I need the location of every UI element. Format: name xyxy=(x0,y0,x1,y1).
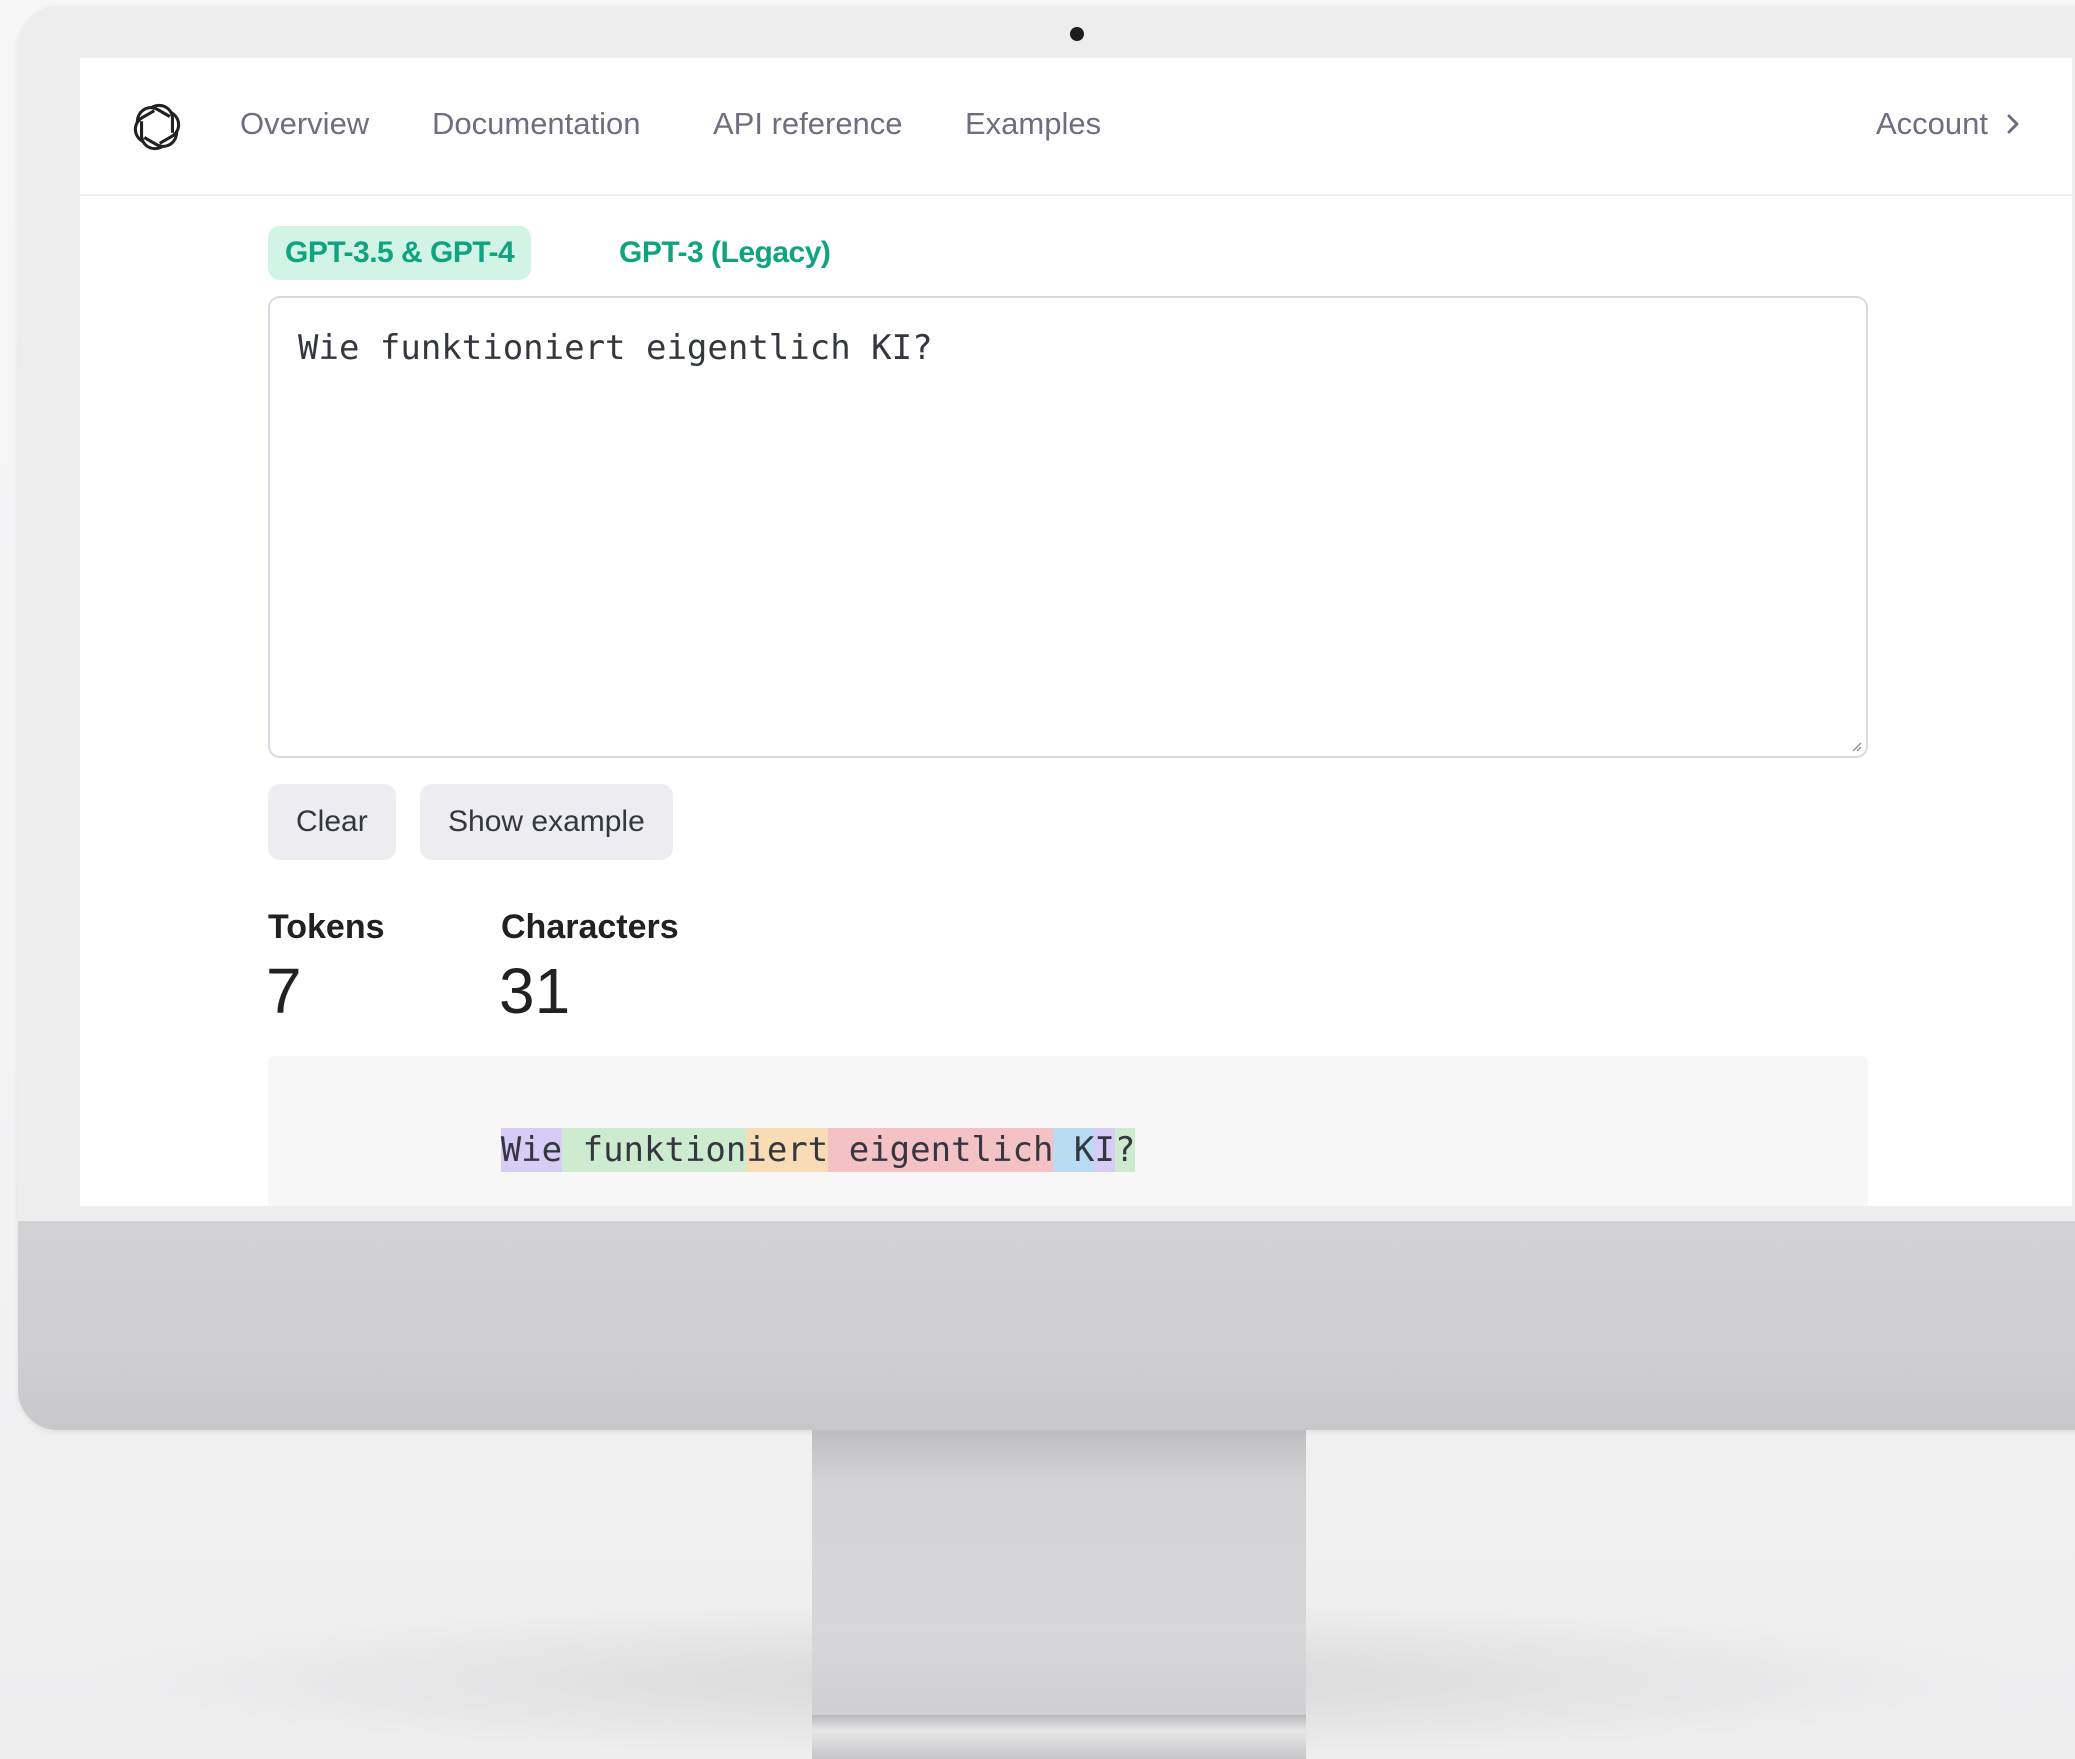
nav-link-api-reference[interactable]: API reference xyxy=(713,106,903,142)
characters-label: Characters xyxy=(501,908,679,946)
token-6: ? xyxy=(1114,1128,1136,1172)
camera-icon xyxy=(1070,27,1084,41)
characters-count: 31 xyxy=(499,955,571,1027)
token-4: K xyxy=(1053,1128,1095,1172)
nav-link-examples[interactable]: Examples xyxy=(965,106,1101,142)
tokens-label: Tokens xyxy=(268,908,385,946)
tab-gpt35-gpt4[interactable]: GPT-3.5 & GPT-4 xyxy=(268,226,532,280)
monitor-stand xyxy=(812,1430,1306,1720)
top-nav: Overview Documentation API reference Exa… xyxy=(80,58,2072,196)
monitor-stand-base xyxy=(812,1715,1306,1759)
clear-button[interactable]: Clear xyxy=(268,784,396,860)
nav-link-documentation[interactable]: Documentation xyxy=(432,106,641,142)
prompt-text: Wie funktioniert eigentlich KI? xyxy=(298,328,933,368)
screen: Overview Documentation API reference Exa… xyxy=(80,58,2072,1206)
resize-handle-icon[interactable] xyxy=(1850,740,1862,752)
token-1: funktion xyxy=(562,1128,747,1172)
monitor: Overview Documentation API reference Exa… xyxy=(18,6,2075,1430)
openai-logo-icon[interactable] xyxy=(128,98,186,156)
token-3: eigentlich xyxy=(828,1128,1054,1172)
prompt-textarea[interactable]: Wie funktioniert eigentlich KI? xyxy=(268,296,1868,758)
monitor-chin xyxy=(18,1221,2075,1430)
nav-link-overview[interactable]: Overview xyxy=(240,106,369,142)
tab-gpt3-legacy[interactable]: GPT-3 (Legacy) xyxy=(602,226,847,280)
account-link[interactable]: Account xyxy=(1876,106,2020,142)
stage: Overview Documentation API reference Exa… xyxy=(0,0,2075,1759)
tokens-count: 7 xyxy=(266,955,302,1027)
token-5: I xyxy=(1094,1128,1115,1172)
token-line: Wie funktioniert eigentlich KI? xyxy=(296,1090,1136,1206)
token-0: Wie xyxy=(500,1128,563,1172)
token-visualization: Wie funktioniert eigentlich KI? xyxy=(268,1056,1868,1206)
token-2: iert xyxy=(746,1128,829,1172)
chevron-right-icon xyxy=(2007,114,2019,134)
account-label: Account xyxy=(1875,106,1988,141)
show-example-button[interactable]: Show example xyxy=(420,784,673,860)
